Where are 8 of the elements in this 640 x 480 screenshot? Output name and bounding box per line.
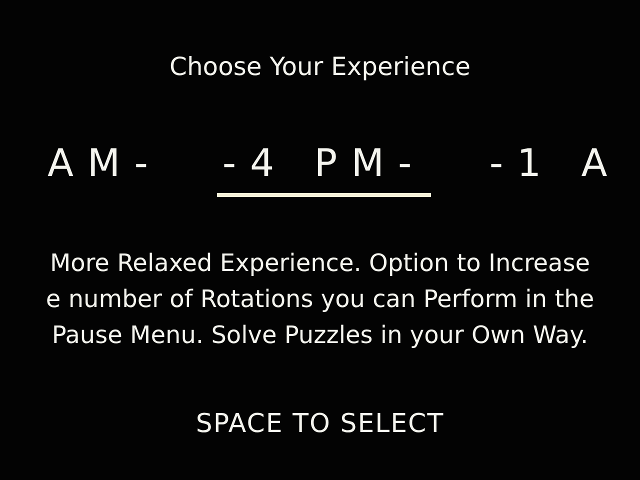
description-line: More Relaxed Experience. Option to Increase bbox=[50, 249, 590, 277]
description-line: Pause Menu. Solve Puzzles in your Own Way. bbox=[52, 321, 588, 349]
time-option[interactable]: -4 PM- bbox=[217, 141, 431, 197]
time-option[interactable]: AM- bbox=[20, 141, 190, 197]
select-prompt: SPACE TO SELECT bbox=[196, 409, 444, 439]
menu-title: Choose Your Experience bbox=[170, 52, 470, 81]
time-option[interactable]: -1 A bbox=[470, 141, 640, 197]
description-line: e number of Rotations you can Perform in the bbox=[46, 285, 594, 313]
